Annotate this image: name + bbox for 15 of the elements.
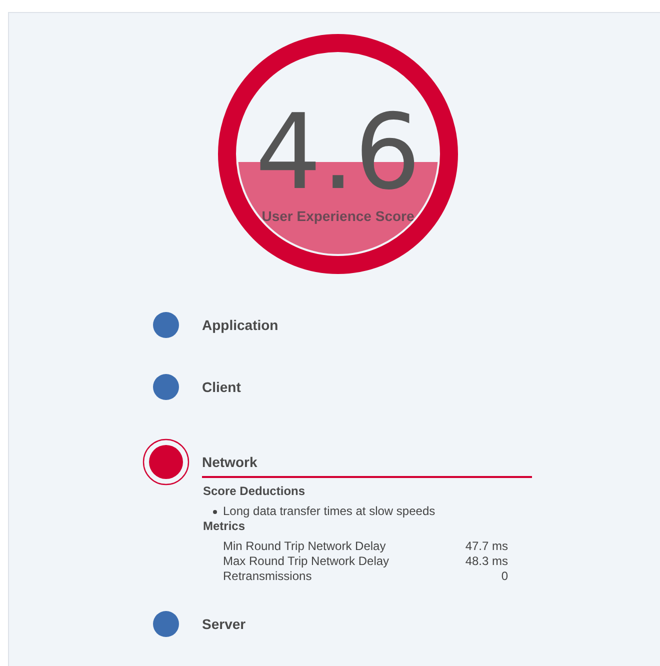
status-dot[interactable] (142, 438, 190, 486)
component-title[interactable]: Network (202, 438, 532, 478)
metric-label: Retransmissions (223, 569, 313, 584)
deductions-title: Score Deductions (203, 484, 306, 499)
component-title[interactable]: Server (202, 600, 532, 640)
bullet-icon (213, 510, 217, 514)
metric-value: 48.3 ms (464, 554, 508, 569)
component-title[interactable]: Client (202, 363, 532, 403)
metric-value: 47.7 ms (464, 539, 508, 554)
component-title[interactable]: Application (202, 301, 532, 341)
metric-label: Max Round Trip Network Delay (223, 554, 390, 569)
deduction-text: Long data transfer times at slow speeds (223, 504, 436, 519)
metric-value: 0 (500, 569, 508, 584)
metric-label: Min Round Trip Network Delay (223, 539, 387, 554)
metrics-title: Metrics (203, 519, 246, 534)
